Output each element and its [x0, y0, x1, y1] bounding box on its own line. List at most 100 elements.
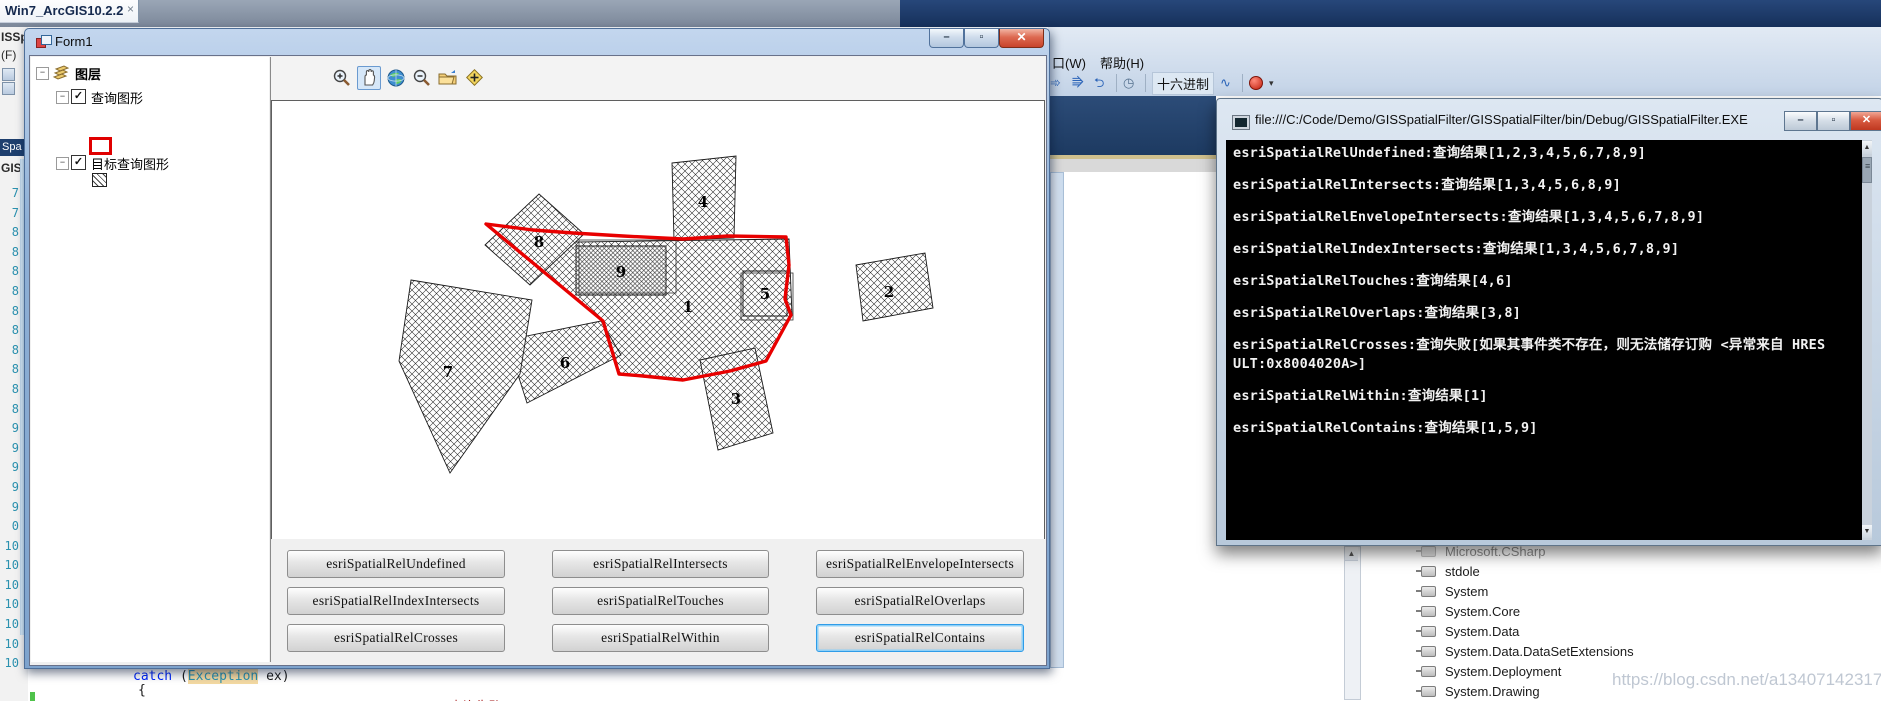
winforms-app-icon: [36, 35, 50, 48]
line-number: 10: [0, 617, 19, 637]
line-number: 8: [0, 264, 19, 284]
close-button[interactable]: ✕: [999, 29, 1044, 48]
toolbar-separator: [1116, 74, 1117, 92]
polygon-label-4: 4: [698, 193, 708, 211]
hex-display-toggle[interactable]: 十六进制: [1152, 72, 1214, 95]
code-token: {: [138, 683, 146, 698]
tree-item-query-graphic[interactable]: 查询图形: [91, 88, 143, 107]
button-esriSpatialRelWithin[interactable]: esriSpatialRelWithin: [552, 624, 769, 652]
console-lines: esriSpatialRelUndefined:查询结果[1,2,3,4,5,6…: [1233, 140, 1859, 435]
line-number: 9: [0, 421, 19, 441]
editor-scrollbar[interactable]: [1050, 172, 1064, 668]
references-scrollbar[interactable]: ▲: [1344, 546, 1361, 700]
button-esriSpatialRelEnvelopeIntersects[interactable]: esriSpatialRelEnvelopeIntersects: [816, 550, 1024, 578]
tab-close-icon[interactable]: ×: [127, 2, 134, 16]
reference-item[interactable]: stdole: [1421, 561, 1634, 581]
tree-expander-icon[interactable]: −: [56, 91, 69, 104]
layer-checkbox[interactable]: ✓: [71, 155, 86, 170]
reference-label: System.Deployment: [1445, 664, 1561, 679]
maximize-button[interactable]: ▫: [1817, 111, 1850, 131]
line-number: 8: [0, 304, 19, 324]
line-number: 9: [0, 500, 19, 520]
line-number: 7: [0, 206, 19, 226]
hatch-legend-swatch[interactable]: [92, 173, 107, 187]
toolbar-icon[interactable]: [2, 68, 15, 81]
reference-item[interactable]: System.Data: [1421, 621, 1634, 641]
step-out-icon[interactable]: ⮌: [1094, 75, 1110, 91]
history-icon[interactable]: ◷: [1123, 75, 1139, 91]
zoom-out-icon[interactable]: [411, 67, 433, 89]
zoom-in-icon[interactable]: [331, 67, 353, 89]
tree-expander-icon[interactable]: −: [56, 157, 69, 170]
pan-icon[interactable]: [357, 66, 381, 90]
code-token: catch: [133, 669, 172, 684]
menu-help[interactable]: 帮助(H): [1100, 53, 1144, 72]
menu-window[interactable]: 口(W): [1052, 53, 1086, 72]
code-line: Console.WriteLine(string.Format("{0}:查询失…: [160, 696, 877, 701]
button-esriSpatialRelIndexIntersects[interactable]: esriSpatialRelIndexIntersects: [287, 587, 505, 615]
button-esriSpatialRelOverlaps[interactable]: esriSpatialRelOverlaps: [816, 587, 1024, 615]
minimize-button[interactable]: –: [929, 29, 964, 48]
breakpoint-icon[interactable]: [1249, 76, 1263, 90]
button-esriSpatialRelTouches[interactable]: esriSpatialRelTouches: [552, 587, 769, 615]
add-data-icon[interactable]: [463, 67, 485, 89]
console-line: esriSpatialRelOverlaps:查询结果[3,8]: [1233, 306, 1859, 320]
console-line: esriSpatialRelIndexIntersects:查询结果[1,3,4…: [1233, 242, 1859, 256]
layer-checkbox[interactable]: ✓: [71, 89, 86, 104]
editor-tab[interactable]: Win7_ArcGIS10.2.2 ×: [0, 0, 139, 23]
button-esriSpatialRelCrosses[interactable]: esriSpatialRelCrosses: [287, 624, 505, 652]
reference-item[interactable]: System: [1421, 581, 1634, 601]
step-over-icon[interactable]: ⭆: [1072, 75, 1088, 91]
code-editor-bottom[interactable]: 108 109 110 catch (Exception ex) { Conso…: [0, 667, 1216, 701]
scroll-up-icon[interactable]: ▲: [1345, 547, 1358, 561]
form-client-area: − 图层 − ✓ 查询图形 − ✓ 目标查询图形: [29, 55, 1047, 666]
maximize-button[interactable]: ▫: [964, 29, 999, 48]
button-esriSpatialRelUndefined[interactable]: esriSpatialRelUndefined: [287, 550, 505, 578]
line-number: 10: [0, 597, 19, 617]
map-canvas[interactable]: 123456789: [271, 100, 1045, 540]
reference-item[interactable]: System.Drawing: [1421, 681, 1634, 701]
spatialrel-button-grid: esriSpatialRelUndefined esriSpatialRelInt…: [287, 550, 1024, 652]
line-number: 9: [0, 480, 19, 500]
scroll-up-icon[interactable]: ▲: [1862, 141, 1872, 154]
code-token: ex): [258, 669, 289, 684]
screen: Win7_ArcGIS10.2.2 × ISSp (F) Spa GISS 77…: [0, 0, 1881, 701]
open-folder-icon[interactable]: [437, 67, 459, 89]
button-esriSpatialRelContains[interactable]: esriSpatialRelContains: [816, 624, 1024, 652]
polygon-7: [399, 280, 532, 473]
line-number: 10: [0, 578, 19, 598]
button-esriSpatialRelIntersects[interactable]: esriSpatialRelIntersects: [552, 550, 769, 578]
polygon-label-6: 6: [560, 354, 570, 372]
editor-tab-title: Win7_ArcGIS10.2.2: [5, 3, 123, 18]
reference-item[interactable]: System.Deployment: [1421, 661, 1634, 681]
tree-item-target-query-graphic[interactable]: 目标查询图形: [91, 154, 169, 173]
form1-window: Form1 – ▫ ✕ − 图层 − ✓ 查询图形: [24, 28, 1050, 669]
toolbar-icon[interactable]: [2, 82, 15, 95]
panel-edge: [1048, 159, 1216, 172]
console-output-area[interactable]: esriSpatialRelUndefined:查询结果[1,2,3,4,5,6…: [1226, 140, 1872, 540]
code-line: catch (Exception ex): [133, 669, 290, 684]
tree-expander-icon[interactable]: −: [36, 67, 49, 80]
scrollbar-thumb[interactable]: [1862, 157, 1872, 183]
console-line: esriSpatialRelContains:查询结果[1,5,9]: [1233, 421, 1859, 435]
minimize-button[interactable]: –: [1784, 111, 1817, 131]
reference-item[interactable]: System.Core: [1421, 601, 1634, 621]
reference-item[interactable]: System.Data.DataSetExtensions: [1421, 641, 1634, 661]
layers-tree-panel: − 图层 − ✓ 查询图形 − ✓ 目标查询图形: [31, 57, 269, 662]
collapsed-panel-band: [1048, 96, 1216, 155]
line-number: 10: [0, 656, 19, 676]
spatialrel-button-panel: esriSpatialRelUndefined esriSpatialRelInt…: [271, 539, 1045, 665]
step-into-icon[interactable]: ➾: [1050, 75, 1066, 91]
signal-icon[interactable]: ∿: [1220, 75, 1236, 91]
reference-label: System.Data: [1445, 624, 1519, 639]
scroll-down-icon[interactable]: ▼: [1862, 525, 1872, 538]
tree-root-label[interactable]: 图层: [75, 64, 101, 83]
dropdown-caret-icon[interactable]: ▾: [1269, 78, 1274, 89]
close-button[interactable]: ✕: [1850, 111, 1881, 131]
console-scrollbar[interactable]: ▲ ▼: [1862, 140, 1872, 540]
polygon-2: [856, 253, 933, 321]
references-list: Microsoft.CSharpstdoleSystemSystem.CoreS…: [1421, 541, 1634, 701]
red-outline-legend-swatch[interactable]: [89, 137, 112, 155]
assembly-icon: [1421, 646, 1436, 657]
full-extent-globe-icon[interactable]: [385, 67, 407, 89]
